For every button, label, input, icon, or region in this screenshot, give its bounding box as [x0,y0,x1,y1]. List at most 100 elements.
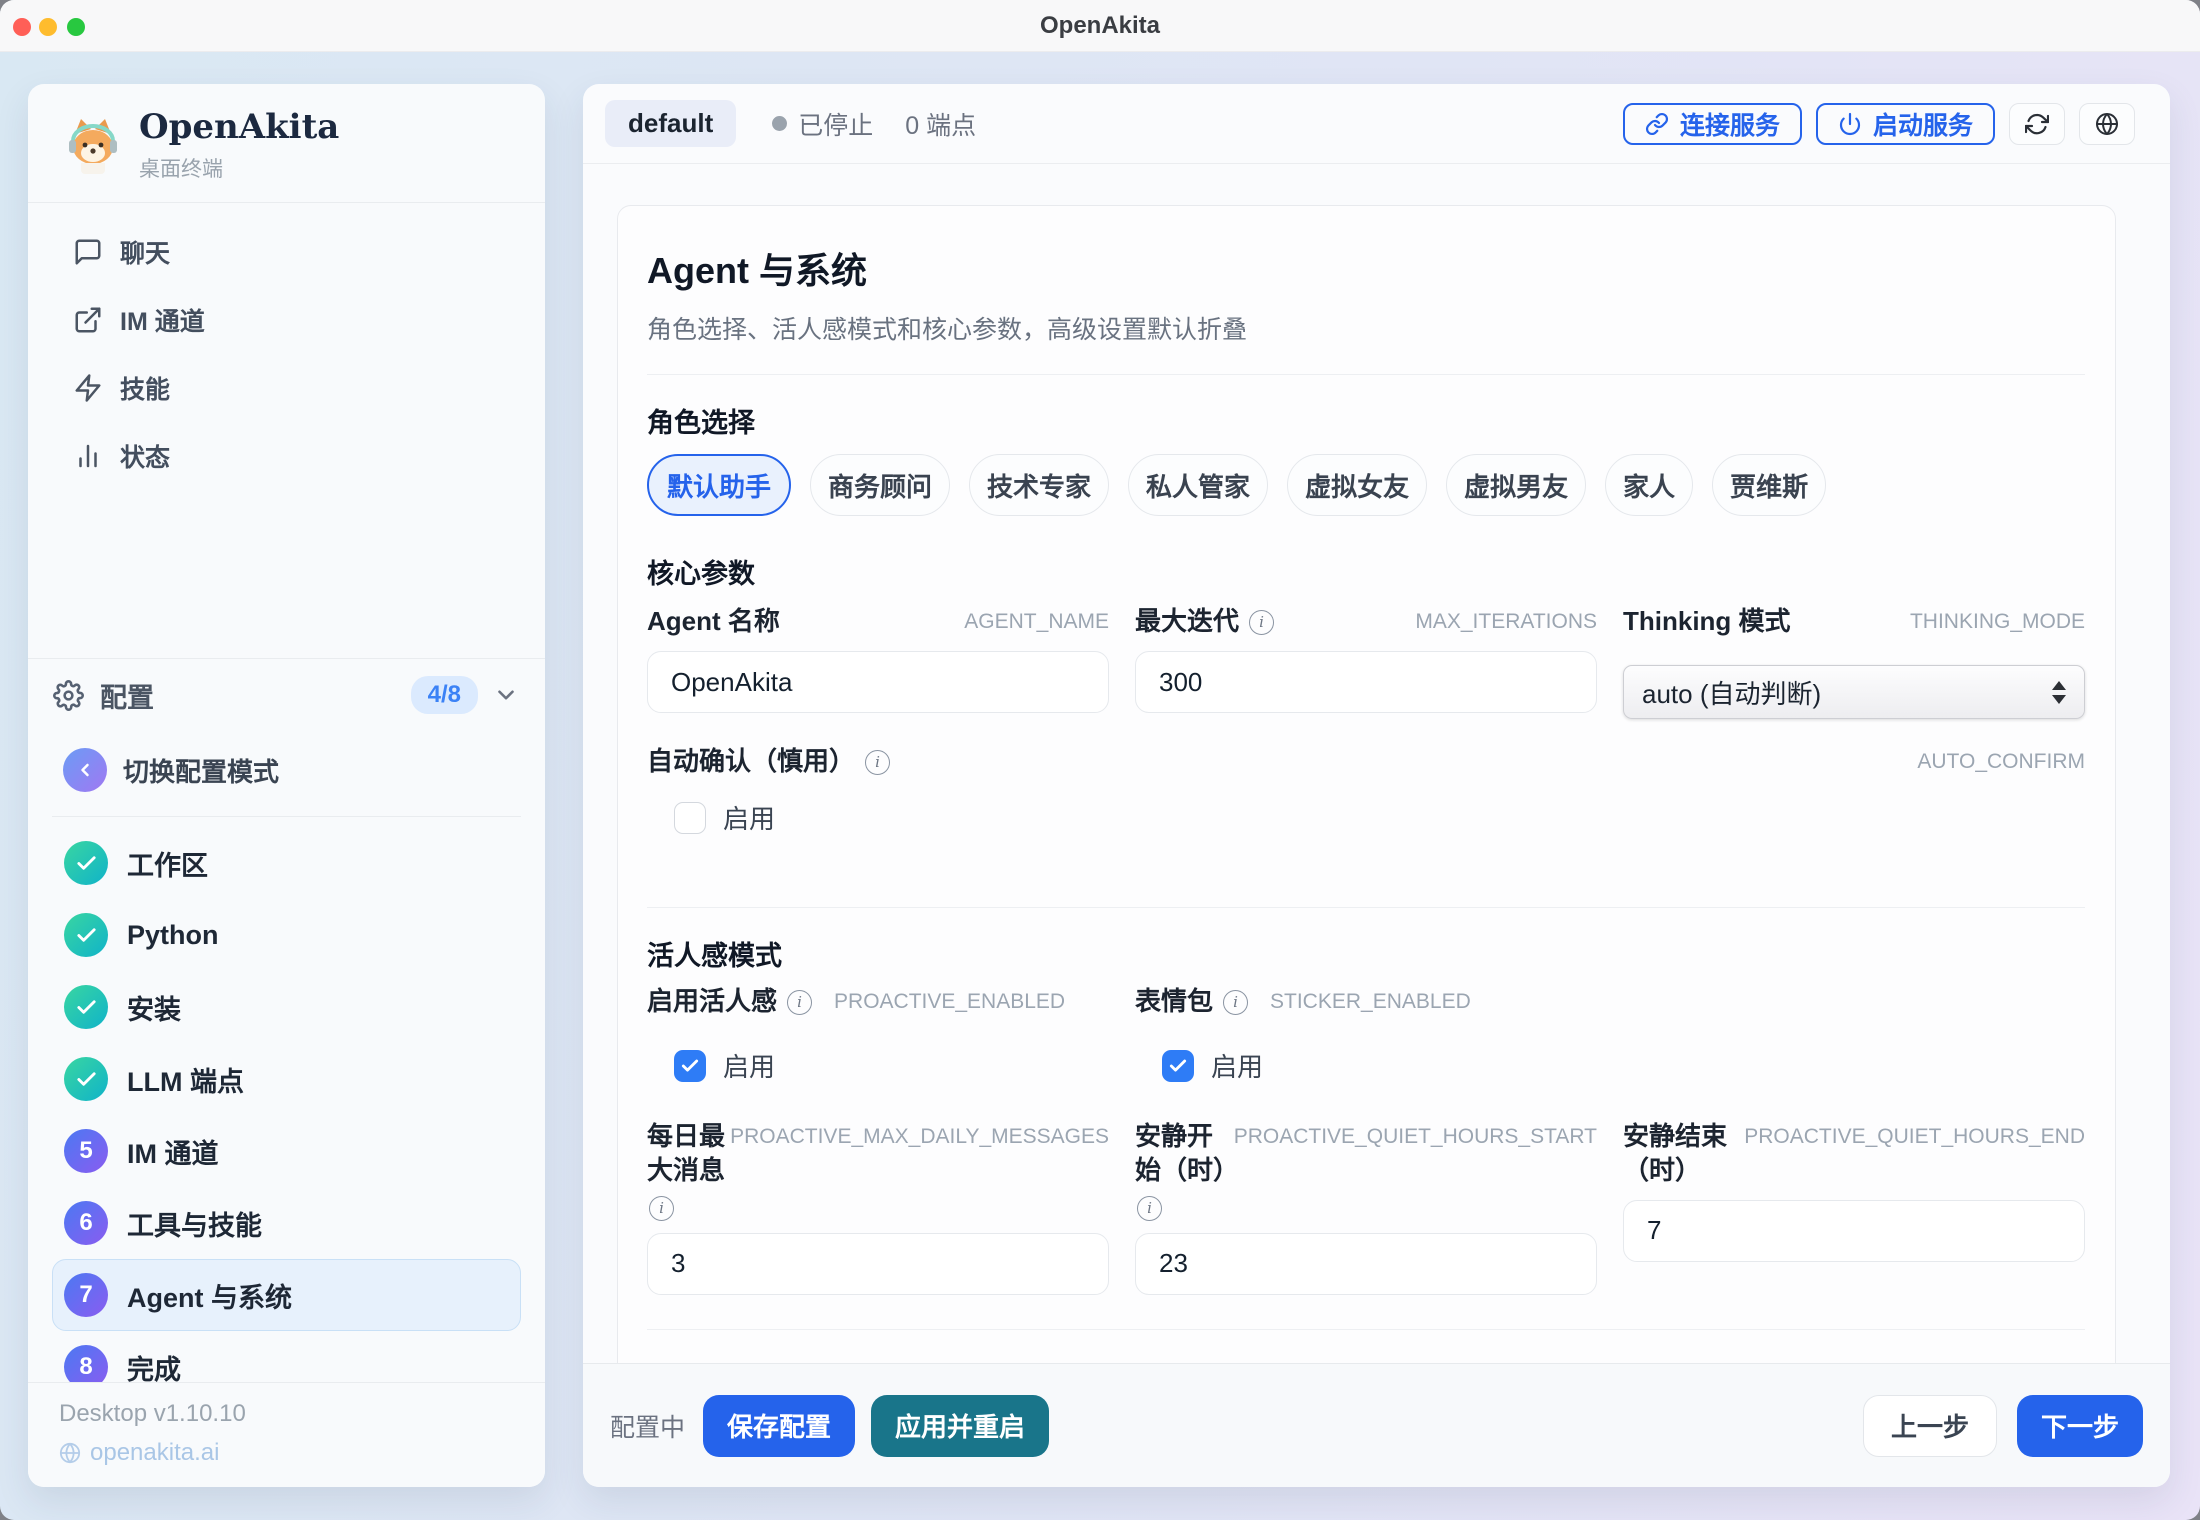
role-pill-private-butler[interactable]: 私人管家 [1128,454,1268,516]
info-icon[interactable]: i [787,990,812,1015]
sidebar-footer: Desktop v1.10.10 openakita.ai [28,1382,545,1487]
role-pills: 默认助手 商务顾问 技术专家 私人管家 虚拟女友 虚拟男友 家人 贾维斯 [647,454,2085,516]
apply-restart-button[interactable]: 应用并重启 [871,1395,1049,1457]
refresh-icon [2025,112,2049,136]
app-name: OpenAkita [139,109,339,146]
refresh-button[interactable] [2009,103,2065,145]
sidebar-item-im-channels[interactable]: IM 通道 [28,286,545,354]
chevron-down-icon[interactable] [493,682,519,708]
window-title: OpenAkita [0,0,2200,52]
sticker-enabled-checkbox[interactable] [1162,1050,1194,1082]
globe-icon [2095,112,2119,136]
divider [647,1329,2085,1330]
check-icon [64,985,108,1029]
link-icon [1645,112,1669,136]
step-label: 完成 [127,1348,181,1387]
field-sticker-enabled: 表情包 i STICKER_ENABLED 启用 [1135,985,1597,1084]
app-window: OpenAkita OpenAkita 桌面终端 [0,0,2200,1520]
main-header: default 已停止 0 端点 连接服务 启动服务 [583,84,2170,164]
gear-icon [53,680,84,711]
quiet-hours-start-input[interactable] [1135,1233,1597,1295]
config-steps-list: 工作区 Python 安装 LLM 端点 [28,817,545,1403]
max-iterations-input[interactable] [1135,651,1597,713]
app-logo-row: OpenAkita 桌面终端 [28,84,545,202]
step-im-channel[interactable]: 5 IM 通道 [52,1115,521,1187]
auto-confirm-checkbox[interactable] [674,802,706,834]
akita-dog-logo-icon [61,114,125,178]
env-var-name: PROACTIVE_QUIET_HOURS_START [1234,1125,1597,1149]
switch-config-mode[interactable]: 切换配置模式 [28,737,545,803]
step-tools-skills[interactable]: 6 工具与技能 [52,1187,521,1259]
app-version: Desktop v1.10.10 [59,1400,545,1428]
step-llm-endpoint[interactable]: LLM 端点 [52,1043,521,1115]
info-icon[interactable]: i [1223,990,1248,1015]
minimize-window-button[interactable] [39,18,57,36]
sidebar-item-skills[interactable]: 技能 [28,354,545,422]
step-label: 安装 [127,988,181,1027]
start-service-button[interactable]: 启动服务 [1816,103,1995,145]
config-header-row[interactable]: 配置 4/8 [28,659,545,731]
agent-name-input[interactable] [647,651,1109,713]
website-link[interactable]: openakita.ai [90,1439,219,1467]
status-dot [772,116,787,131]
start-service-label: 启动服务 [1873,106,1973,142]
step-label: LLM 端点 [127,1060,244,1099]
zoom-window-button[interactable] [67,18,85,36]
nav-label: 聊天 [120,234,170,270]
env-var-name: MAX_ITERATIONS [1415,610,1597,634]
config-section: 配置 4/8 切换配置模式 工作区 [28,658,545,1403]
role-pill-family[interactable]: 家人 [1605,454,1693,516]
field-label: 启用活人感 [647,985,777,1019]
previous-step-button[interactable]: 上一步 [1863,1395,1997,1457]
chat-icon [73,237,103,267]
role-pill-business-advisor[interactable]: 商务顾问 [810,454,950,516]
config-form-scroll-area: Agent 与系统 角色选择、活人感模式和核心参数，高级设置默认折叠 角色选择 … [583,164,2170,1363]
field-label: Agent 名称 [647,605,780,639]
checkbox-label: 启用 [723,1047,775,1084]
quiet-hours-end-input[interactable] [1623,1200,2085,1262]
field-label: 安静结束（时） [1623,1120,1745,1188]
sidebar: OpenAkita 桌面终端 聊天 IM 通道 [28,84,545,1487]
info-icon[interactable]: i [1249,610,1274,635]
save-config-button[interactable]: 保存配置 [703,1395,855,1457]
close-window-button[interactable] [13,18,31,36]
step-install[interactable]: 安装 [52,971,521,1043]
field-thinking-mode: Thinking 模式 THINKING_MODE auto (自动判断) [1623,605,2085,719]
info-icon[interactable]: i [649,1196,674,1221]
checkbox-label: 启用 [723,799,775,836]
info-icon[interactable]: i [865,750,890,775]
language-button[interactable] [2079,103,2135,145]
max-daily-messages-input[interactable] [647,1233,1109,1295]
field-max-iterations: 最大迭代 i MAX_ITERATIONS [1135,605,1597,713]
sidebar-item-chat[interactable]: 聊天 [28,218,545,286]
role-pill-tech-expert[interactable]: 技术专家 [969,454,1109,516]
thinking-mode-select[interactable]: auto (自动判断) [1623,665,2085,719]
role-pill-default-assistant[interactable]: 默认助手 [647,454,791,516]
field-label: 每日最大消息 [647,1120,737,1188]
step-label: 工具与技能 [127,1204,262,1243]
endpoint-count: 0 端点 [905,106,976,142]
step-label: Python [127,920,219,951]
info-icon[interactable]: i [1137,1196,1162,1221]
proactive-enabled-checkbox[interactable] [674,1050,706,1082]
role-pill-virtual-girlfriend[interactable]: 虚拟女友 [1287,454,1427,516]
field-max-daily-messages: 每日最大消息 i PROACTIVE_MAX_DAILY_MESSAGES [647,1120,1109,1295]
field-label: 最大迭代 [1135,605,1239,639]
page-subtitle: 角色选择、活人感模式和核心参数，高级设置默认折叠 [647,310,2085,346]
sidebar-item-status[interactable]: 状态 [28,422,545,490]
next-step-button[interactable]: 下一步 [2017,1395,2143,1457]
proactive-section-label: 活人感模式 [647,934,2085,973]
checkbox-label: 启用 [1211,1047,1263,1084]
step-agent-system[interactable]: 7 Agent 与系统 [52,1259,521,1331]
step-workspace[interactable]: 工作区 [52,827,521,899]
scheduler-section-label: 定时任务 [647,1356,2085,1363]
sidebar-nav: 聊天 IM 通道 技能 状态 [28,203,545,505]
step-python[interactable]: Python [52,899,521,971]
globe-icon [59,1442,81,1464]
connect-service-button[interactable]: 连接服务 [1623,103,1802,145]
field-proactive-enabled: 启用活人感 i PROACTIVE_ENABLED 启用 [647,985,1109,1084]
role-pill-jarvis[interactable]: 贾维斯 [1712,454,1826,516]
bar-chart-icon [73,441,103,471]
role-pill-virtual-boyfriend[interactable]: 虚拟男友 [1446,454,1586,516]
main-panel: default 已停止 0 端点 连接服务 启动服务 [583,84,2170,1487]
